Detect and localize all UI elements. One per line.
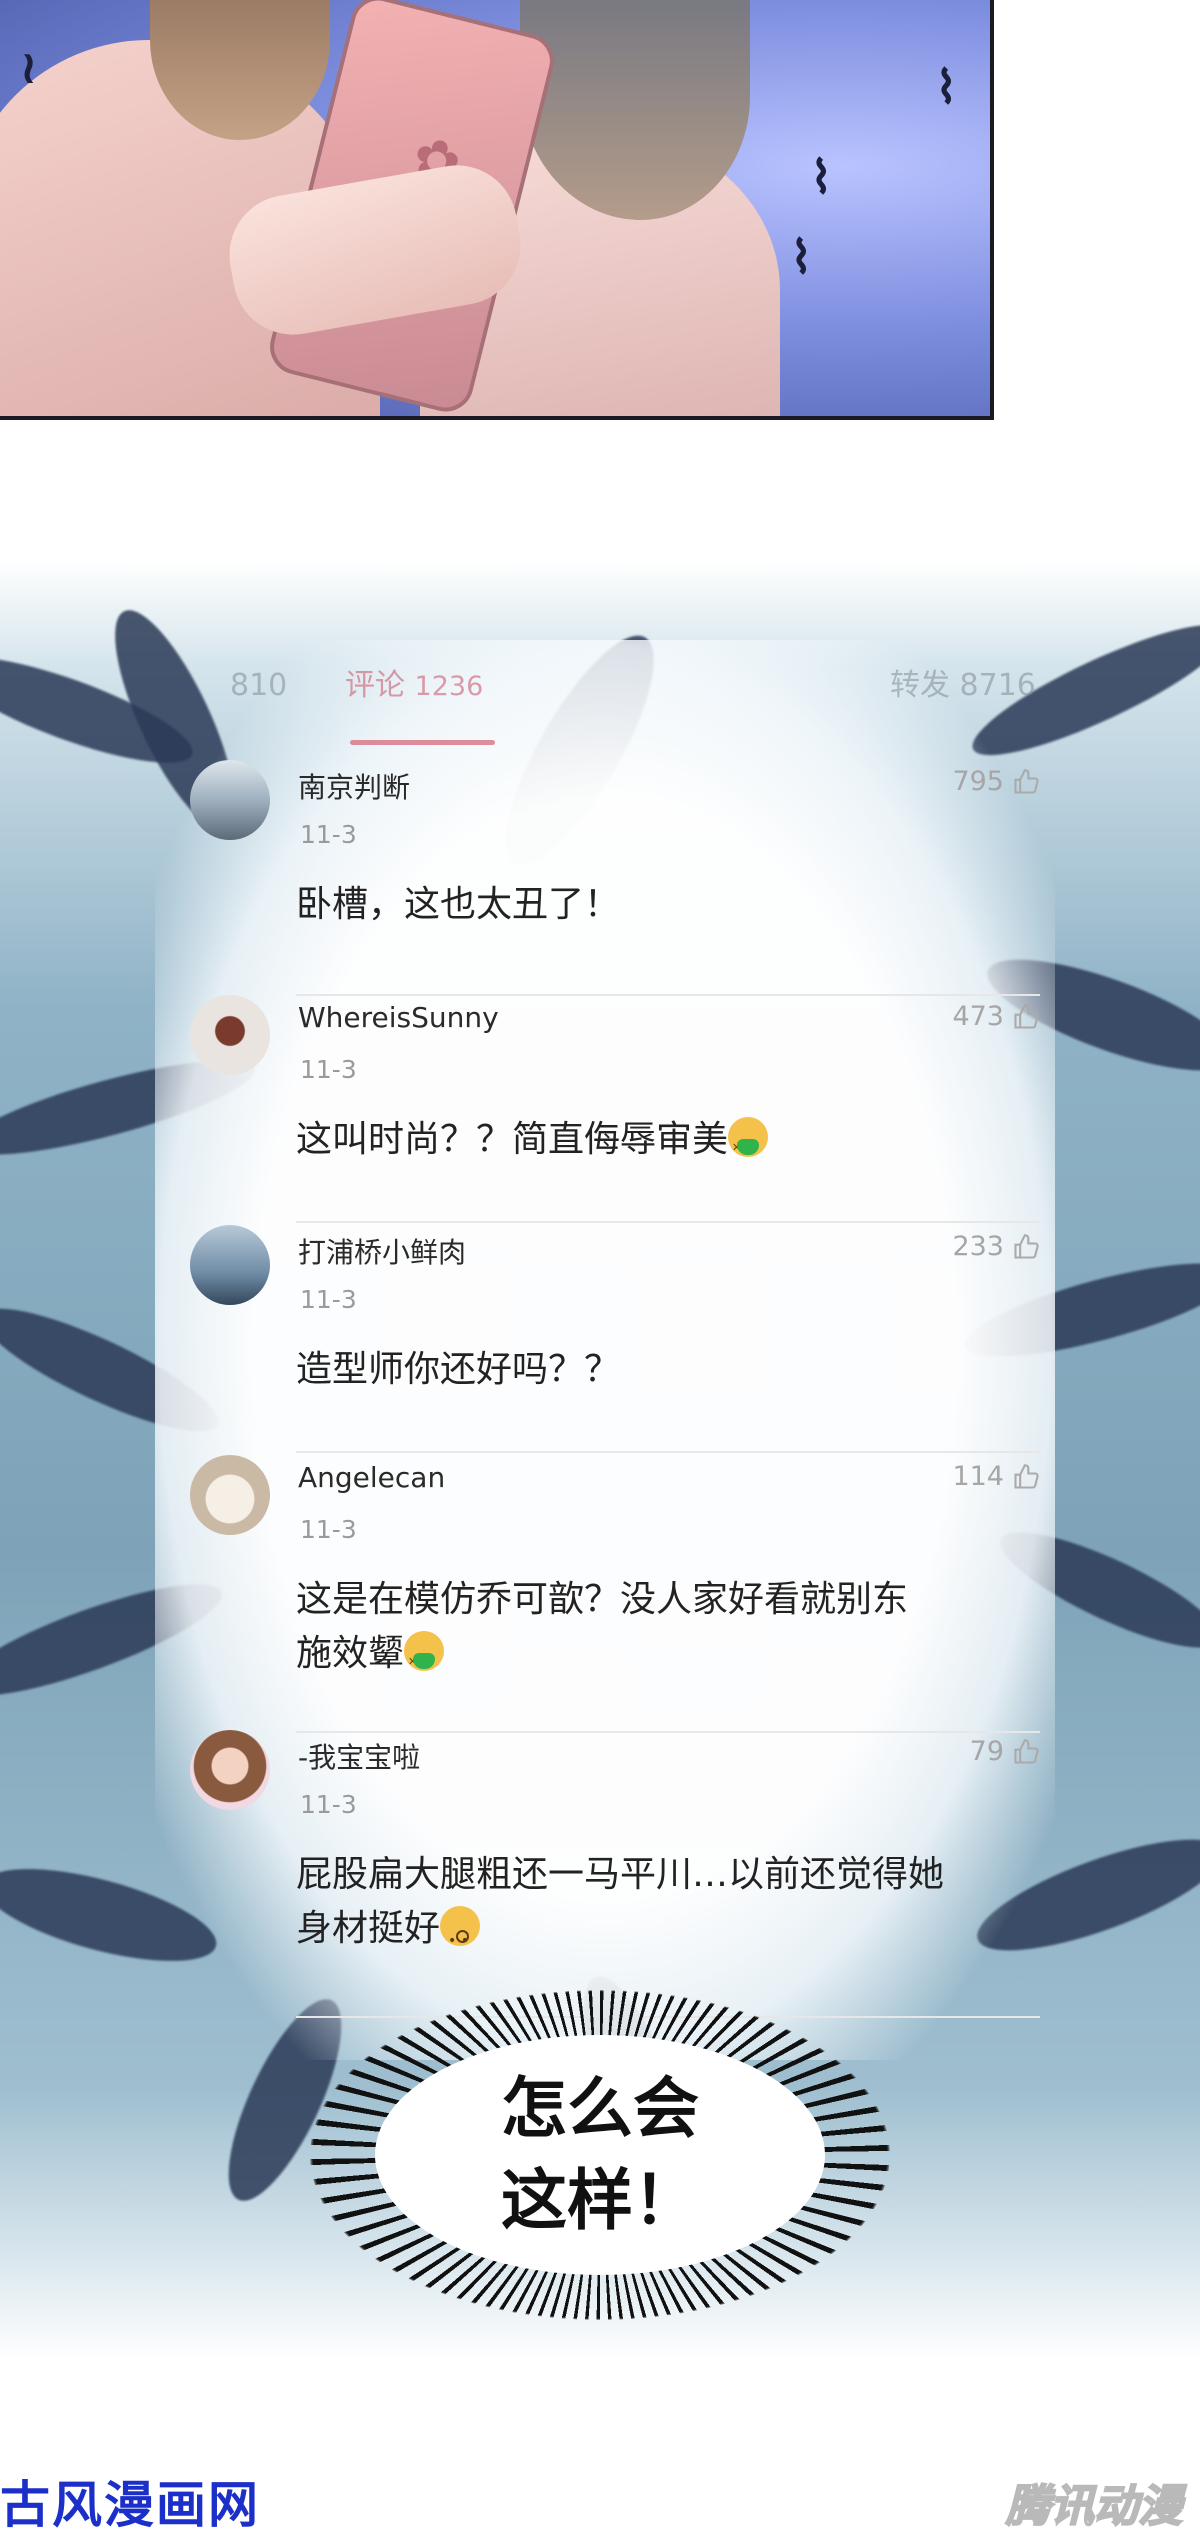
like-button[interactable]: 79 bbox=[970, 1736, 1040, 1767]
like-button[interactable]: 473 bbox=[952, 1001, 1040, 1032]
comment-date: 11-3 bbox=[300, 1515, 357, 1544]
comment-date: 11-3 bbox=[300, 1790, 357, 1819]
hushed-face-emoji bbox=[440, 1906, 481, 1968]
comment-item: 南京判断 11-3 795 卧槽，这也太丑了！ bbox=[190, 760, 1040, 996]
thumbs-up-icon bbox=[1014, 1003, 1039, 1029]
comment-date: 11-3 bbox=[300, 1055, 357, 1084]
comment-username[interactable]: Angelecan bbox=[298, 1461, 445, 1494]
tab-comments[interactable]: 评论 1236 bbox=[345, 660, 483, 704]
nauseated-face-emoji bbox=[728, 1117, 769, 1175]
comment-username[interactable]: WhereisSunny bbox=[298, 1001, 499, 1034]
tension-mark: ⌇ bbox=[790, 230, 813, 284]
comment-username[interactable]: -我宝宝啦 bbox=[298, 1736, 420, 1776]
thumbs-up-icon bbox=[1014, 1738, 1039, 1764]
comment-text-content: 屁股扁大腿粗还一马平川…以前还觉得她身材挺好 bbox=[296, 1854, 945, 1949]
comment-item: -我宝宝啦 11-3 79 屁股扁大腿粗还一马平川…以前还觉得她身材挺好 bbox=[190, 1730, 1040, 2020]
comic-panel-top: ✿ ≀ ⌇ ⌇ ⌇ bbox=[0, 0, 994, 420]
like-count: 473 bbox=[952, 1001, 1004, 1032]
nauseated-face-emoji bbox=[404, 1631, 445, 1689]
comment-text: 造型师你还好吗？？ bbox=[296, 1343, 996, 1397]
like-button[interactable]: 233 bbox=[952, 1231, 1040, 1262]
watermark-right: 腾讯动漫 bbox=[1005, 2480, 1183, 2533]
like-button[interactable]: 795 bbox=[952, 766, 1040, 797]
speech-line-1: 怎么会 bbox=[501, 2070, 699, 2147]
comment-tabs: 810 评论 1236 转发 8716 bbox=[0, 560, 1200, 745]
comment-date: 11-3 bbox=[300, 1285, 357, 1314]
thumbs-up-icon bbox=[1014, 1233, 1039, 1259]
active-tab-indicator bbox=[350, 740, 495, 745]
tab-forwards[interactable]: 转发 8716 bbox=[890, 660, 1036, 704]
like-count: 795 bbox=[952, 766, 1004, 797]
comment-date: 11-3 bbox=[300, 820, 357, 849]
tab-comments-label: 评论 bbox=[345, 668, 405, 703]
tab-reposts[interactable]: 810 bbox=[230, 668, 287, 703]
tension-mark: ⌇ bbox=[810, 150, 833, 204]
like-button[interactable]: 114 bbox=[952, 1461, 1040, 1492]
divider bbox=[296, 1451, 1040, 1453]
comment-text: 卧槽，这也太丑了！ bbox=[296, 878, 996, 932]
avatar[interactable] bbox=[190, 1730, 270, 1810]
avatar[interactable] bbox=[190, 1225, 270, 1305]
avatar[interactable] bbox=[190, 1455, 270, 1535]
like-count: 79 bbox=[969, 1736, 1004, 1767]
like-count: 233 bbox=[952, 1231, 1004, 1262]
avatar[interactable] bbox=[190, 995, 270, 1075]
divider bbox=[296, 1221, 1040, 1223]
comment-username[interactable]: 南京判断 bbox=[298, 766, 410, 806]
comment-text: 这是在模仿乔可歆？没人家好看就别东施效颦 bbox=[296, 1573, 936, 1689]
watermark-left: 古风漫画网 bbox=[0, 2476, 260, 2534]
comment-text: 这叫时尚？？简直侮辱审美 bbox=[296, 1113, 996, 1175]
comment-text-content: 这是在模仿乔可歆？没人家好看就别东施效颦 bbox=[296, 1579, 909, 1674]
comment-item: 打浦桥小鲜肉 11-3 233 造型师你还好吗？？ bbox=[190, 1225, 1040, 1455]
thumbs-up-icon bbox=[1014, 1463, 1039, 1489]
comment-text: 屁股扁大腿粗还一马平川…以前还觉得她身材挺好 bbox=[296, 1848, 976, 1968]
comment-item: Angelecan 11-3 114 这是在模仿乔可歆？没人家好看就别东施效颦 bbox=[190, 1455, 1040, 1735]
tension-mark: ⌇ bbox=[935, 60, 958, 114]
comment-item: WhereisSunny 11-3 473 这叫时尚？？简直侮辱审美 bbox=[190, 995, 1040, 1225]
comment-username[interactable]: 打浦桥小鲜肉 bbox=[298, 1231, 466, 1271]
speech-bubble-text: 怎么会 这样！ bbox=[501, 2063, 699, 2247]
speech-bubble: 怎么会 这样！ bbox=[375, 2035, 825, 2275]
comment-text-content: 卧槽，这也太丑了！ bbox=[296, 884, 621, 925]
tab-forwards-label: 转发 bbox=[890, 668, 950, 703]
avatar[interactable] bbox=[190, 760, 270, 840]
comment-text-content: 这叫时尚？？简直侮辱审美 bbox=[296, 1119, 729, 1160]
like-count: 114 bbox=[952, 1461, 1004, 1492]
tab-comments-count: 1236 bbox=[414, 671, 484, 702]
thumbs-up-icon bbox=[1014, 768, 1039, 794]
comment-text-content: 造型师你还好吗？？ bbox=[296, 1349, 621, 1390]
tab-forwards-count: 8716 bbox=[959, 668, 1036, 703]
speech-line-2: 这样！ bbox=[501, 2162, 699, 2239]
tension-mark: ≀ bbox=[20, 40, 38, 94]
